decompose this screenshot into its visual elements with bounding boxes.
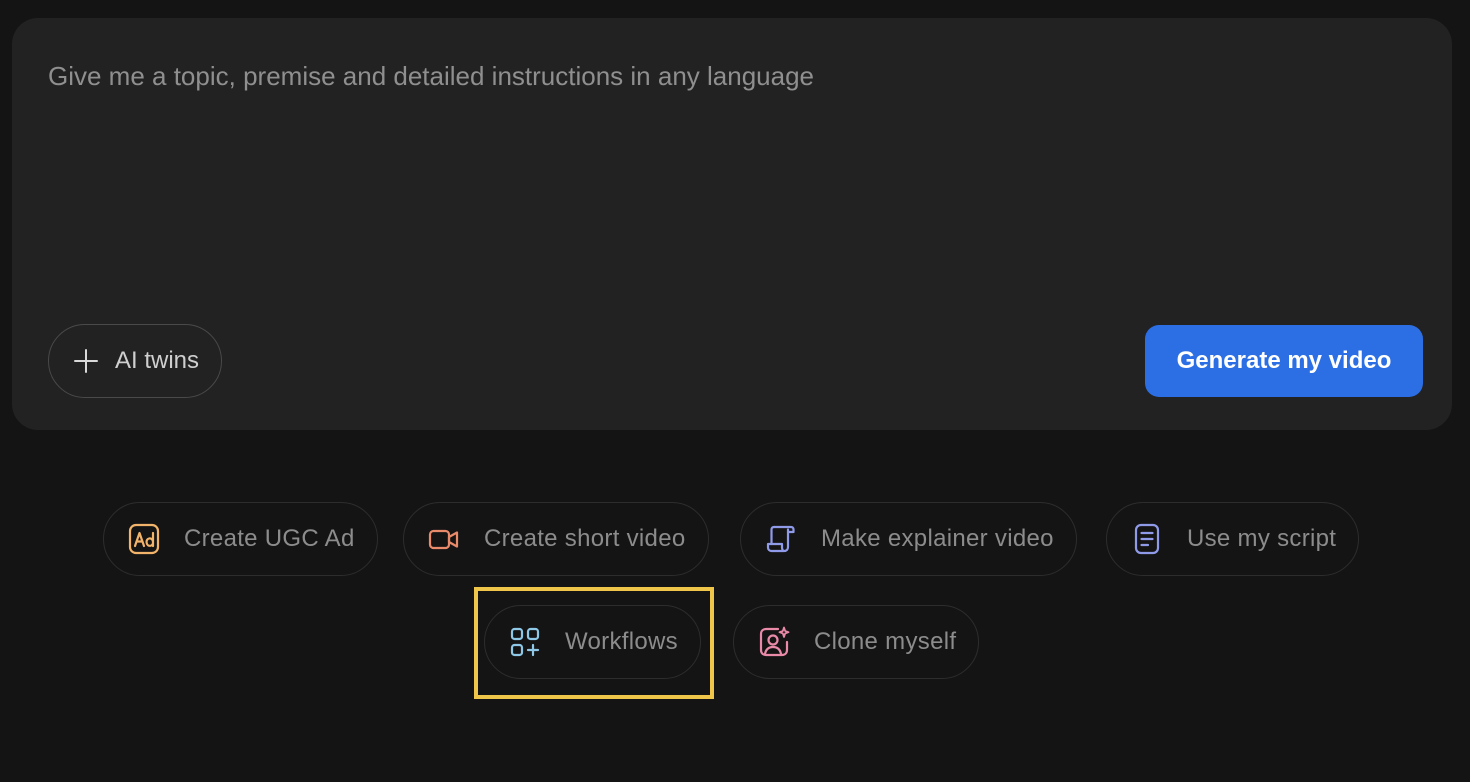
document-icon — [1131, 523, 1163, 555]
ad-icon — [128, 523, 160, 555]
workflows-label: Workflows — [565, 628, 678, 655]
create-short-video-button[interactable]: Create short video — [403, 502, 709, 576]
workflows-button[interactable]: Workflows — [484, 605, 701, 679]
person-sparkle-icon — [758, 626, 790, 658]
scroll-icon — [765, 523, 797, 555]
grid-plus-icon — [509, 626, 541, 658]
create-short-video-label: Create short video — [484, 525, 686, 552]
create-ugc-ad-button[interactable]: Create UGC Ad — [103, 502, 378, 576]
ai-twins-button[interactable]: AI twins — [48, 324, 223, 398]
use-my-script-button[interactable]: Use my script — [1106, 502, 1360, 576]
generate-video-label: Generate my video — [1176, 347, 1392, 374]
prompt-card: AI twins Generate my video — [12, 18, 1452, 430]
use-my-script-label: Use my script — [1187, 525, 1337, 552]
prompt-input[interactable] — [48, 58, 1408, 308]
clone-myself-label: Clone myself — [814, 628, 957, 655]
generate-video-button[interactable]: Generate my video — [1145, 325, 1423, 397]
make-explainer-video-label: Make explainer video — [821, 525, 1054, 552]
clone-myself-button[interactable]: Clone myself — [733, 605, 980, 679]
video-camera-icon — [428, 523, 460, 555]
plus-icon — [73, 348, 99, 374]
make-explainer-video-button[interactable]: Make explainer video — [740, 502, 1077, 576]
ai-twins-label: AI twins — [115, 347, 200, 374]
create-ugc-ad-label: Create UGC Ad — [184, 525, 355, 552]
